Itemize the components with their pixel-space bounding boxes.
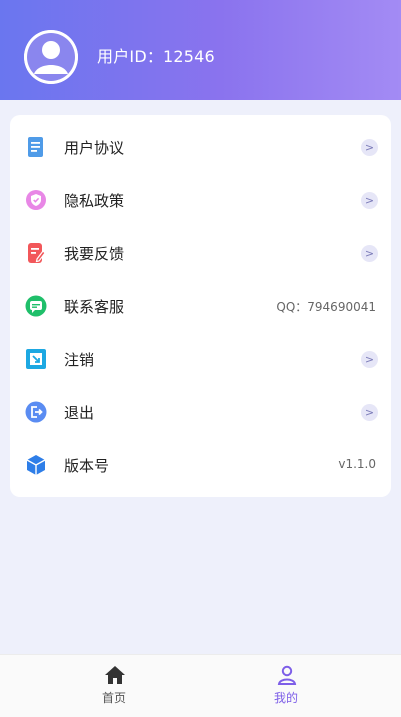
chevron-right-icon: > [361,245,378,262]
menu-item-label: 隐私政策 [64,192,125,210]
cube-icon [25,454,47,476]
menu-item-privacy-policy[interactable]: 隐私政策 > [10,173,391,226]
menu-item-label: 用户协议 [64,139,125,157]
tab-label: 我的 [273,691,298,705]
shield-icon [25,189,47,211]
user-id-text: 用户ID：12546 [97,47,215,66]
document-icon [25,136,47,158]
user-avatar-icon [24,30,78,84]
logout-icon [25,401,47,423]
user-icon [276,664,298,686]
tab-home[interactable]: 首页 [14,655,214,717]
chevron-right-icon: > [361,351,378,368]
cancel-account-icon [25,348,47,370]
chevron-right-icon: > [361,404,378,421]
menu-item-label: 注销 [64,351,95,369]
menu-item-feedback[interactable]: 我要反馈 > [10,226,391,279]
tab-label: 首页 [101,691,126,705]
qq-number-text: QQ：794690041 [276,300,376,314]
menu-item-logout[interactable]: 退出 > [10,385,391,438]
avatar[interactable] [24,30,78,84]
menu-item-label: 退出 [64,404,95,422]
version-text: v1.1.0 [338,457,376,471]
menu-item-customer-service[interactable]: 联系客服 QQ：794690041 [10,279,391,332]
chevron-right-icon: > [361,192,378,209]
feedback-icon [25,242,47,264]
profile-header: 用户ID：12546 [0,0,401,100]
chevron-right-icon: > [361,139,378,156]
menu-item-user-agreement[interactable]: 用户协议 > [10,120,391,173]
menu-item-label: 版本号 [64,457,110,475]
menu-item-label: 联系客服 [64,298,125,316]
tab-mine[interactable]: 我的 [186,655,386,717]
home-icon [104,664,126,686]
settings-menu-card: 用户协议 > 隐私政策 > 我要反馈 > 联系客服 QQ：794690041 注… [10,115,391,497]
bottom-tab-bar: 首页 我的 [0,654,401,717]
menu-item-label: 我要反馈 [64,245,125,263]
chat-icon [25,295,47,317]
menu-item-version: 版本号 v1.1.0 [10,438,391,491]
menu-item-cancel-account[interactable]: 注销 > [10,332,391,385]
